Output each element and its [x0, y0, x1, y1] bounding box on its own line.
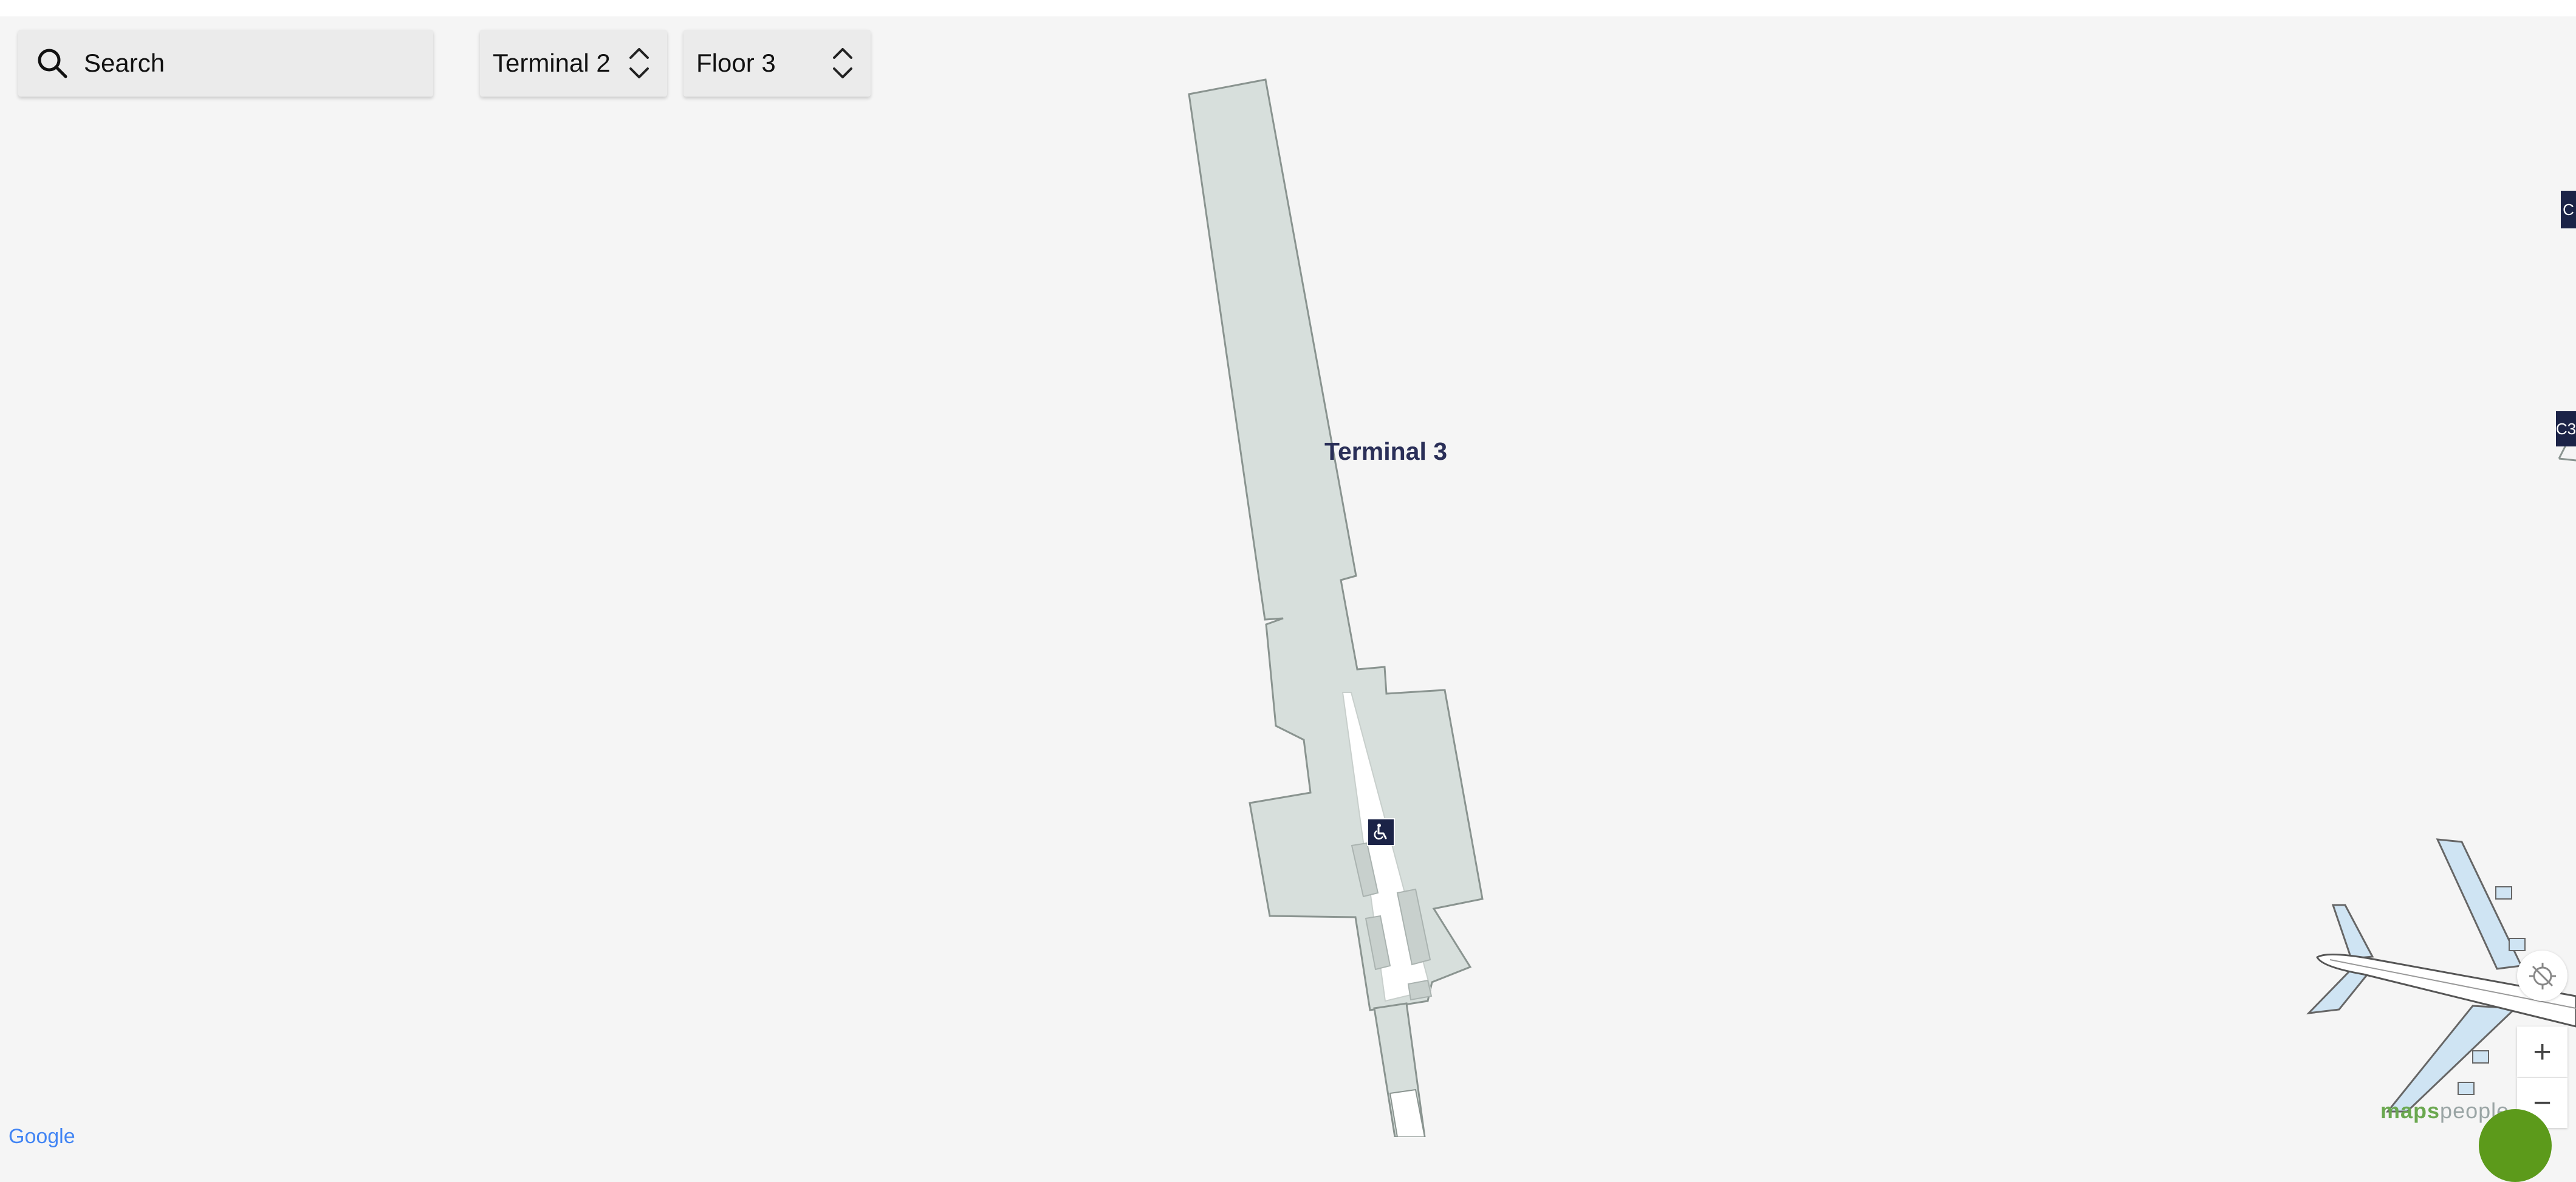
search-box[interactable] — [18, 30, 433, 97]
brand-part1: maps — [2380, 1098, 2441, 1123]
locate-button[interactable] — [2517, 951, 2567, 1001]
terminal-3-building[interactable] — [1188, 78, 1484, 1137]
gate-marker-label: C — [2563, 200, 2574, 219]
locate-off-icon — [2529, 962, 2556, 989]
zoom-out-icon: − — [2533, 1085, 2552, 1121]
up-down-chevron-icon — [833, 48, 852, 78]
wheelchair-icon — [1374, 824, 1387, 840]
gate-marker-label: C3 — [2556, 419, 2576, 438]
map-canvas[interactable] — [0, 0, 2576, 1137]
floor-selector-label: Floor 3 — [696, 49, 776, 77]
zoom-in-button[interactable]: + — [2517, 1027, 2567, 1077]
help-button[interactable] — [2479, 1109, 2552, 1182]
search-input[interactable] — [83, 48, 401, 78]
venue-selector[interactable]: Terminal 2 — [480, 30, 667, 97]
zoom-in-icon: + — [2533, 1034, 2552, 1070]
up-down-chevron-icon — [629, 48, 649, 78]
terminal-3-floor-plan[interactable] — [1188, 78, 1484, 1011]
gate-marker-c3[interactable]: C3 — [2556, 411, 2576, 446]
wheelchair-marker[interactable] — [1367, 818, 1395, 846]
venue-selector-label: Terminal 2 — [493, 49, 611, 77]
floor-selector[interactable]: Floor 3 — [683, 30, 871, 97]
search-icon — [38, 49, 67, 78]
building-label[interactable]: Terminal 3 — [1324, 437, 1447, 466]
gate-marker-c[interactable]: C — [2561, 191, 2576, 228]
